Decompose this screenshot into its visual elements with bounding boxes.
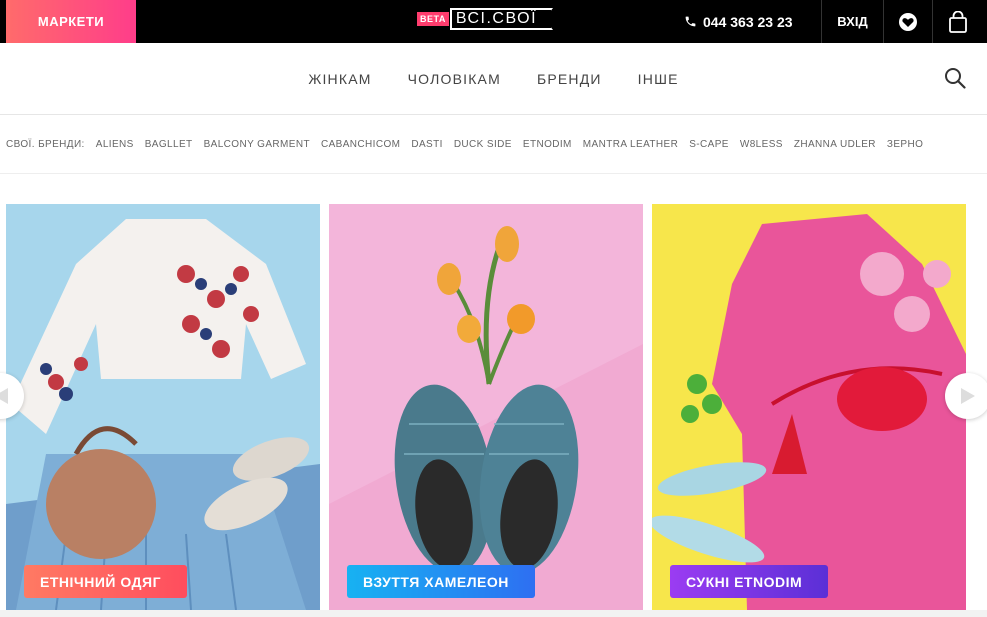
brand-link-zhanna-udler[interactable]: ZHANNA UDLER — [794, 139, 876, 150]
carousel-next-button[interactable] — [945, 373, 987, 419]
login-button[interactable]: ВХІД — [822, 0, 883, 43]
promo-label-ethnic[interactable]: ЕТНІЧНИЙ ОДЯГ — [24, 565, 188, 598]
brands-strip: СВОЇ. БРЕНДИ: ALIENS BAGLLET BALCONY GAR… — [0, 115, 987, 174]
logo-text: ВСІ.СВОЇ — [449, 8, 554, 30]
logo-beta-badge: BETA — [417, 12, 449, 26]
promo-label-dresses[interactable]: СУКНІ ETNODIM — [670, 565, 829, 598]
ethnic-outfit-photo — [6, 204, 320, 610]
brand-link-mantra-leather[interactable]: MANTRA LEATHER — [583, 139, 678, 150]
nav-item-brands[interactable]: БРЕНДИ — [537, 71, 602, 87]
site-logo[interactable]: BETA ВСІ.СВОЇ — [417, 7, 554, 31]
phone-number: 044 363 23 23 — [703, 13, 793, 30]
chevron-right-icon — [961, 388, 975, 404]
shopping-bag-icon — [949, 10, 967, 33]
top-bar: МАРКЕТИ BETA ВСІ.СВОЇ 044 363 23 23 ВХІД — [0, 0, 987, 43]
search-icon[interactable] — [944, 67, 966, 89]
brand-link-dasti[interactable]: DASTI — [411, 139, 442, 150]
nav-item-men[interactable]: ЧОЛОВІКАМ — [408, 71, 501, 87]
nav-item-other[interactable]: ІНШЕ — [638, 71, 679, 87]
brand-link-duck-side[interactable]: DUCK SIDE — [454, 139, 512, 150]
heart-icon — [899, 12, 917, 31]
brand-link-bagllet[interactable]: BAGLLET — [145, 139, 193, 150]
brand-link-w8less[interactable]: W8LESS — [740, 139, 783, 150]
page-bottom-strip — [0, 610, 987, 617]
shoes-photo — [329, 204, 643, 610]
brand-link-balcony-garment[interactable]: BALCONY GARMENT — [204, 139, 310, 150]
cart-button[interactable] — [933, 0, 983, 43]
favorites-button[interactable] — [884, 0, 932, 43]
phone-icon — [685, 16, 696, 27]
brands-label: СВОЇ. БРЕНДИ: — [6, 138, 85, 150]
markets-button[interactable]: МАРКЕТИ — [6, 0, 136, 43]
promo-carousel: ЕТНІЧНИЙ ОДЯГ ВЗУТТЯ ХАМЕЛЕОН СУКНІ ETNO… — [0, 204, 987, 610]
nav-item-women[interactable]: ЖІНКАМ — [308, 71, 371, 87]
phone-link[interactable]: 044 363 23 23 — [684, 0, 793, 43]
dress-photo — [652, 204, 966, 610]
chevron-left-icon — [0, 388, 8, 404]
brand-link-cabanchicom[interactable]: CABANCHICOM — [321, 139, 400, 150]
brand-link-zerno[interactable]: ЗЕРНО — [887, 139, 923, 150]
promo-card-shoes[interactable]: ВЗУТТЯ ХАМЕЛЕОН — [329, 204, 643, 610]
brand-link-etnodim[interactable]: ETNODIM — [523, 139, 572, 150]
brand-link-aliens[interactable]: ALIENS — [96, 139, 134, 150]
brand-link-s-cape[interactable]: S-CAPE — [689, 139, 729, 150]
promo-card-dresses[interactable]: СУКНІ ETNODIM — [652, 204, 966, 610]
main-navigation: ЖІНКАМ ЧОЛОВІКАМ БРЕНДИ ІНШЕ — [0, 43, 987, 115]
promo-card-ethnic[interactable]: ЕТНІЧНИЙ ОДЯГ — [6, 204, 320, 610]
promo-label-shoes[interactable]: ВЗУТТЯ ХАМЕЛЕОН — [347, 565, 535, 598]
